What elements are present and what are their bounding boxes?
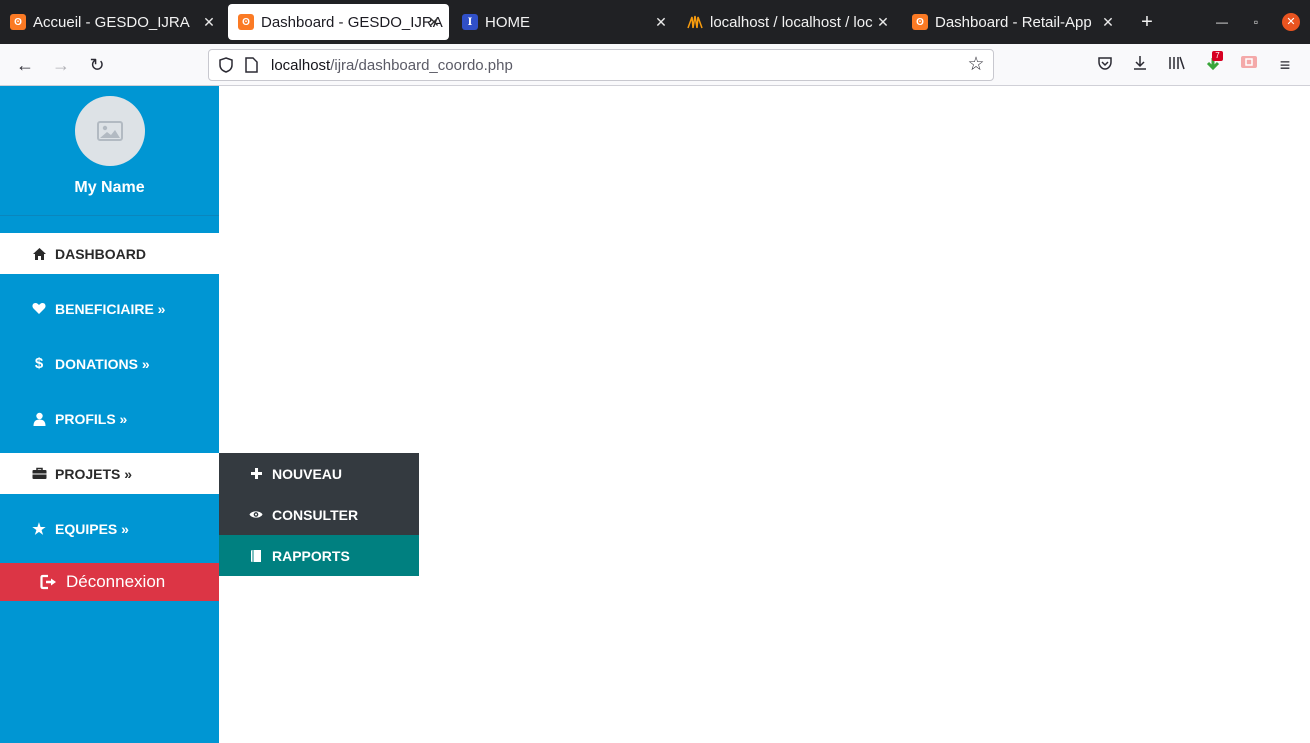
reload-icon[interactable]: ↻ (85, 53, 109, 77)
close-window-icon[interactable]: ✕ (1282, 13, 1300, 31)
dollar-icon: $ (34, 355, 44, 372)
tab-title: Accueil - GESDO_IJRA (33, 13, 190, 31)
close-tab-icon[interactable]: ✕ (1099, 13, 1117, 31)
sidebar-item-equipes[interactable]: ★ EQUIPES » (0, 508, 219, 549)
url-text[interactable]: localhost/ijra/dashboard_coordo.php (271, 57, 513, 74)
heart-icon (31, 301, 47, 317)
back-arrow-icon[interactable]: ← (13, 53, 37, 77)
home-site-icon: I (462, 14, 478, 30)
minimize-window-icon[interactable]: — (1213, 13, 1231, 31)
browser-nav-bar: ← → ↻ localhost/ijra/dashboard_coordo.ph… (0, 44, 1310, 86)
avatar (75, 96, 145, 166)
submenu-item-label: NOUVEAU (272, 465, 343, 482)
submenu-item-rapports[interactable]: RAPPORTS (219, 535, 419, 576)
tab-title: localhost / localhost / loc (710, 13, 873, 31)
sidebar-item-label: EQUIPES » (55, 520, 129, 537)
tab-title: HOME (485, 13, 530, 31)
sidebar: My Name DASHBOARD BENEFICIAIRE » $ DONAT… (0, 86, 219, 743)
briefcase-icon (31, 466, 47, 482)
submenu-item-consulter[interactable]: CONSULTER (219, 494, 419, 535)
eye-icon (249, 508, 263, 522)
page-info-icon[interactable] (245, 57, 258, 73)
sidebar-item-donations[interactable]: $ DONATIONS » (0, 343, 219, 384)
extension-icon[interactable] (1239, 55, 1259, 75)
plus-icon (249, 467, 263, 481)
forward-arrow-icon[interactable]: → (49, 53, 73, 77)
url-host: localhost (271, 57, 331, 74)
sidebar-item-beneficiaire[interactable]: BENEFICIAIRE » (0, 288, 219, 329)
sidebar-item-label: DASHBOARD (55, 245, 146, 262)
new-tab-plus-icon[interactable]: + (1136, 11, 1158, 33)
hamburger-menu-icon[interactable]: ≡ (1275, 55, 1295, 75)
sidebar-item-label: BENEFICIAIRE » (55, 300, 166, 317)
address-bar[interactable]: localhost/ijra/dashboard_coordo.php ☆ (208, 49, 994, 81)
home-icon (31, 246, 47, 262)
xampp-icon: ʘ (238, 14, 254, 30)
browser-tab-bar: ʘ Accueil - GESDO_IJRA ✕ ʘ Dashboard - G… (0, 0, 1310, 44)
sign-out-icon (40, 573, 58, 591)
phpmyadmin-icon (687, 14, 703, 30)
tab-title: Dashboard - Retail-App (935, 13, 1092, 31)
sidebar-divider (0, 215, 219, 216)
sidebar-item-dashboard[interactable]: DASHBOARD (0, 233, 219, 274)
submenu-item-label: CONSULTER (272, 506, 359, 523)
restore-window-icon[interactable]: ▫ (1247, 13, 1265, 31)
user-icon (31, 411, 47, 427)
submenu-item-nouveau[interactable]: NOUVEAU (219, 453, 419, 494)
extension-badge: 7 (1212, 51, 1223, 61)
sidebar-item-label: PROFILS » (55, 410, 128, 427)
profile-name: My Name (74, 179, 145, 196)
book-icon (249, 549, 263, 563)
sidebar-item-profils[interactable]: PROFILS » (0, 398, 219, 439)
tab-title: Dashboard - GESDO_IJRA (261, 13, 443, 31)
submenu-item-label: RAPPORTS (272, 547, 350, 564)
sidebar-item-projets[interactable]: PROJETS » (0, 453, 219, 494)
close-tab-icon[interactable]: ✕ (200, 13, 218, 31)
browser-tab[interactable]: I HOME ✕ (452, 4, 676, 40)
logout-button[interactable]: Déconnexion (0, 563, 219, 601)
url-path: /ijra/dashboard_coordo.php (330, 57, 513, 74)
close-tab-icon[interactable]: ✕ (874, 13, 892, 31)
image-placeholder-icon (97, 121, 123, 141)
star-icon: ★ (32, 520, 46, 538)
bookmark-star-icon[interactable]: ☆ (965, 54, 987, 76)
page-content: My Name DASHBOARD BENEFICIAIRE » $ DONAT… (0, 86, 1310, 743)
browser-tab[interactable]: ʘ Accueil - GESDO_IJRA ✕ (0, 4, 224, 40)
close-tab-icon[interactable]: ✕ (425, 13, 443, 31)
logout-label: Déconnexion (66, 572, 166, 591)
library-icon[interactable] (1167, 55, 1187, 75)
browser-tab[interactable]: ʘ Dashboard - Retail-App ✕ (902, 4, 1123, 40)
pocket-icon[interactable] (1095, 55, 1115, 75)
browser-tab[interactable]: localhost / localhost / loc ✕ (677, 4, 898, 40)
close-tab-icon[interactable]: ✕ (652, 13, 670, 31)
sidebar-item-label: DONATIONS » (55, 355, 150, 372)
tracking-shield-icon[interactable] (218, 57, 234, 73)
xampp-icon: ʘ (10, 14, 26, 30)
download-icon[interactable] (1130, 55, 1150, 75)
xampp-icon: ʘ (912, 14, 928, 30)
projets-submenu: NOUVEAU CONSULTER RAPPORTS (219, 453, 419, 576)
browser-tab-active[interactable]: ʘ Dashboard - GESDO_IJRA ✕ (228, 4, 449, 40)
sidebar-item-label: PROJETS » (55, 465, 133, 482)
